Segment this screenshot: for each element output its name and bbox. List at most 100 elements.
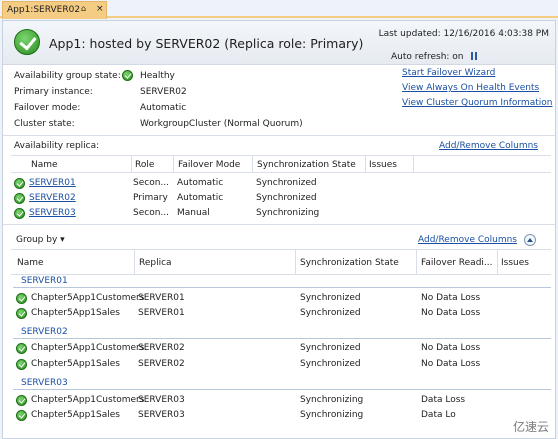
replica-grid-header-line — [11, 172, 551, 173]
group-header-server03[interactable]: SERVER03 — [21, 378, 68, 388]
synchronized-icon — [16, 308, 27, 319]
failover-mode-label: Failover mode: — [14, 103, 81, 113]
group-header-server02[interactable]: SERVER02 — [21, 327, 68, 337]
divider — [3, 135, 555, 136]
divider — [3, 224, 555, 225]
start-failover-link[interactable]: Start Failover Wizard — [402, 68, 495, 78]
col-header-failover-readiness[interactable]: Failover Readi... — [421, 258, 497, 268]
availability-replica-label: Availability replica: — [14, 141, 100, 151]
col-header-sync-state[interactable]: Synchronization State — [257, 160, 356, 170]
replica-name-link[interactable]: SERVER03 — [29, 208, 76, 218]
replica-add-remove-columns-link[interactable]: Add/Remove Columns — [439, 141, 538, 151]
synchronized-icon — [14, 178, 25, 189]
db-failover-readiness: No Data Loss — [421, 343, 481, 353]
replica-failover-mode: Automatic — [177, 178, 224, 188]
db-name: Chapter5App1Sales — [31, 359, 120, 369]
db-replica: SERVER03 — [138, 395, 185, 405]
replica-sync-state: Synchronized — [256, 193, 317, 203]
db-failover-readiness: Data Lo — [421, 410, 456, 420]
document-tab-bar: App1:SERVER02 ⌂ × — [0, 0, 558, 19]
group-by-dropdown[interactable]: Group by ▾ — [16, 235, 65, 245]
col-header-failover-mode[interactable]: Failover Mode — [178, 160, 240, 170]
db-replica: SERVER02 — [138, 343, 185, 353]
cluster-state-label: Cluster state: — [14, 119, 75, 129]
db-name: Chapter5App1Customers — [31, 343, 145, 353]
dashboard-header: App1: hosted by SERVER02 (Replica role: … — [3, 21, 555, 65]
col-separator — [416, 250, 417, 274]
col-header-replica[interactable]: Replica — [139, 258, 172, 268]
db-name: Chapter5App1Customers — [31, 395, 145, 405]
database-grid-header-line — [11, 274, 551, 275]
db-replica: SERVER03 — [138, 410, 185, 420]
synchronized-icon — [16, 343, 27, 354]
db-name: Chapter5App1Sales — [31, 308, 120, 318]
col-header-name[interactable]: Name — [31, 160, 58, 170]
replica-sync-state: Synchronized — [256, 178, 317, 188]
synchronized-icon — [16, 410, 27, 421]
close-icon[interactable]: × — [96, 4, 104, 14]
col-header-db-name[interactable]: Name — [17, 258, 44, 268]
replica-role: Secon... — [133, 178, 169, 188]
col-separator — [497, 250, 498, 274]
healthy-icon — [122, 70, 133, 81]
primary-instance-value: SERVER02 — [140, 87, 187, 97]
col-header-issues[interactable]: Issues — [369, 160, 397, 170]
watermark-logo: 亿速云 — [512, 420, 549, 434]
col-separator — [413, 156, 414, 172]
pause-icon[interactable] — [471, 52, 477, 60]
db-failover-readiness: Data Loss — [421, 395, 466, 405]
synchronized-icon — [16, 359, 27, 370]
replica-role: Secon... — [133, 208, 169, 218]
db-sync-state: Synchronized — [300, 359, 361, 369]
pin-icon[interactable]: ⌂ — [81, 4, 86, 13]
last-updated-text: Last updated: 12/16/2016 4:03:38 PM — [378, 29, 549, 39]
replica-name-link[interactable]: SERVER01 — [29, 178, 76, 188]
collapse-icon[interactable] — [524, 234, 536, 246]
synchronized-icon — [16, 395, 27, 406]
db-sync-state: Synchronizing — [300, 395, 364, 405]
group-divider — [13, 287, 551, 288]
database-add-remove-columns-link[interactable]: Add/Remove Columns — [418, 235, 517, 245]
replica-grid-top — [11, 155, 551, 156]
failover-mode-value: Automatic — [140, 103, 187, 113]
replica-name-link[interactable]: SERVER02 — [29, 193, 76, 203]
dashboard-panel: App1: hosted by SERVER02 (Replica role: … — [2, 20, 556, 439]
synchronized-icon — [14, 208, 25, 219]
col-separator — [131, 156, 132, 172]
db-sync-state: Synchronized — [300, 308, 361, 318]
healthy-check-icon — [14, 29, 40, 55]
col-separator — [134, 250, 135, 274]
db-failover-readiness: No Data Loss — [421, 359, 481, 369]
col-header-db-issues[interactable]: Issues — [501, 258, 529, 268]
db-replica: SERVER01 — [138, 293, 185, 303]
health-events-link[interactable]: View Always On Health Events — [402, 83, 539, 93]
col-separator — [295, 250, 296, 274]
page-title: App1: hosted by SERVER02 (Replica role: … — [49, 36, 364, 51]
db-sync-state: Synchronized — [300, 293, 361, 303]
db-replica: SERVER02 — [138, 359, 185, 369]
synchronized-icon — [16, 293, 27, 304]
db-failover-readiness: No Data Loss — [421, 293, 481, 303]
replica-failover-mode: Manual — [177, 208, 210, 218]
primary-instance-label: Primary instance: — [14, 87, 93, 97]
col-separator — [252, 156, 253, 172]
col-header-db-sync-state[interactable]: Synchronization State — [300, 258, 399, 268]
group-header-server01[interactable]: SERVER01 — [21, 276, 68, 286]
group-divider — [13, 338, 551, 339]
db-replica: SERVER01 — [138, 308, 185, 318]
replica-sync-state: Synchronizing — [256, 208, 320, 218]
cluster-state-value: WorkgroupCluster (Normal Quorum) — [140, 119, 303, 129]
ag-state-label: Availability group state: — [14, 71, 121, 81]
db-failover-readiness: No Data Loss — [421, 308, 481, 318]
tab-app1-server02[interactable]: App1:SERVER02 ⌂ × — [2, 1, 107, 19]
db-name: Chapter5App1Customers — [31, 293, 145, 303]
group-divider — [13, 389, 551, 390]
col-header-role[interactable]: Role — [135, 160, 154, 170]
database-grid-top — [11, 249, 551, 250]
quorum-info-link[interactable]: View Cluster Quorum Information — [402, 98, 552, 108]
db-name: Chapter5App1Sales — [31, 410, 120, 420]
col-separator — [365, 156, 366, 172]
tab-title: App1:SERVER02 — [7, 5, 81, 15]
synchronized-icon — [14, 193, 25, 204]
db-sync-state: Synchronizing — [300, 410, 364, 420]
